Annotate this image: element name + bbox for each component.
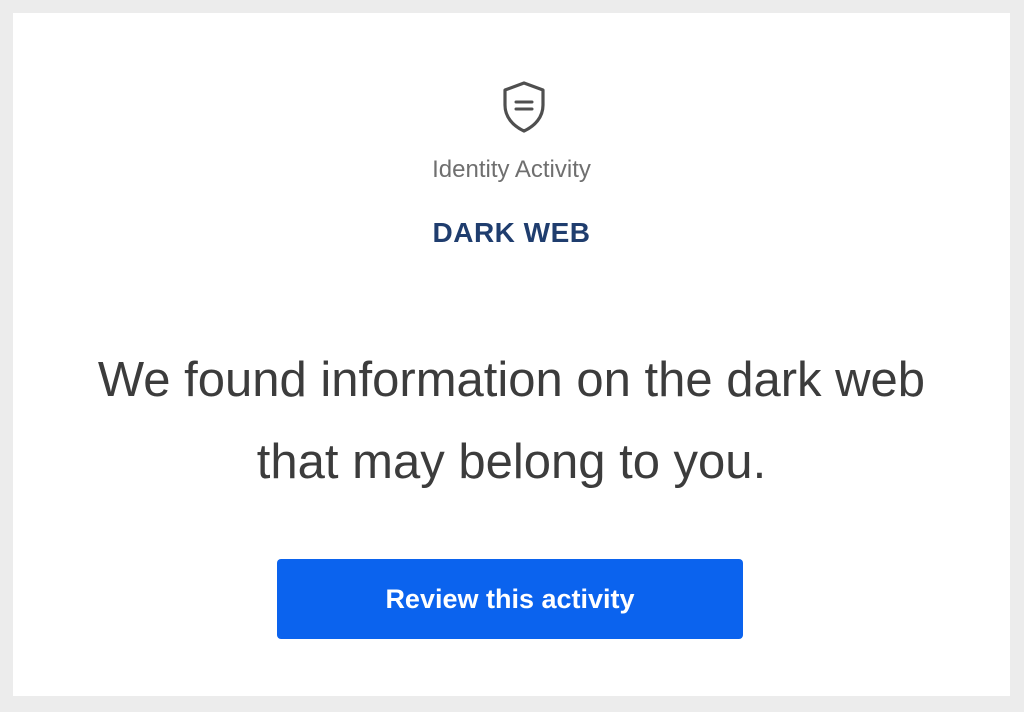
notification-card: Identity Activity DARK WEB We found info… [13,13,1010,696]
review-activity-button[interactable]: Review this activity [277,559,743,639]
notification-eyebrow: Identity Activity [432,156,591,183]
notification-category: DARK WEB [432,217,591,248]
shield-icon [500,80,548,134]
notification-headline: We found information on the dark web tha… [97,353,926,489]
